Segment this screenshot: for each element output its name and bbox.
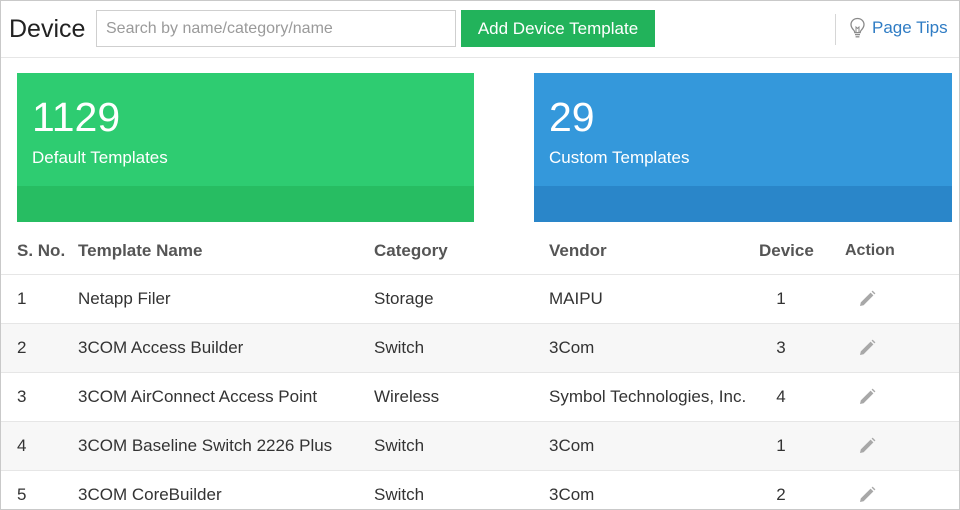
default-templates-label: Default Templates [32,148,168,167]
cell-vendor: 3Com [549,436,595,455]
page-tips-link[interactable]: Page Tips [849,17,948,39]
header-divider [835,14,836,45]
cell-sno: 3 [17,387,27,406]
cell-category: Switch [374,436,425,455]
templates-table: S. No. Template Name Category Vendor Dev… [1,228,959,509]
cell-sno: 1 [17,289,27,308]
cell-device-count[interactable]: 1 [761,275,801,323]
table-header-row: S. No. Template Name Category Vendor Dev… [1,228,959,275]
cell-template-name: 3COM CoreBuilder [78,485,222,504]
table-row: 1 Netapp Filer Storage MAIPU 1 [1,275,959,324]
custom-templates-card[interactable]: 29 Custom Templates [534,73,952,222]
lightbulb-icon [850,17,865,38]
column-header-category[interactable]: Category [374,228,448,274]
cell-device-count[interactable]: 2 [761,471,801,509]
pencil-icon [860,290,876,306]
search-input[interactable] [96,10,456,47]
cell-vendor: 3Com [549,485,595,504]
custom-templates-count: 29 [549,94,595,140]
cell-sno: 4 [17,436,27,455]
cell-vendor: Symbol Technologies, Inc. [549,387,747,406]
edit-button[interactable] [857,324,877,372]
table-row: 5 3COM CoreBuilder Switch 3Com 2 [1,471,959,509]
page-header: Device Add Device Template Page Tips [1,1,959,58]
default-templates-count: 1129 [32,94,121,140]
device-templates-panel: Device Add Device Template Page Tips 112… [0,0,960,510]
card-footer-band [17,186,474,222]
cell-category: Storage [374,289,434,308]
pencil-icon [860,388,876,404]
column-header-template-name[interactable]: Template Name [78,228,202,274]
table-row: 4 3COM Baseline Switch 2226 Plus Switch … [1,422,959,471]
cell-vendor: MAIPU [549,289,603,308]
table-row: 3 3COM AirConnect Access Point Wireless … [1,373,959,422]
pencil-icon [860,339,876,355]
edit-button[interactable] [857,471,877,509]
cell-category: Switch [374,338,425,357]
card-footer-band [534,186,952,222]
column-header-sno[interactable]: S. No. [17,228,65,274]
cell-template-name: 3COM Baseline Switch 2226 Plus [78,436,333,455]
page-title: Device [9,15,86,43]
cell-template-name: 3COM AirConnect Access Point [78,387,318,406]
pencil-icon [860,437,876,453]
cell-vendor: 3Com [549,338,595,357]
cell-template-name: Netapp Filer [78,289,171,308]
edit-button[interactable] [857,373,877,421]
pencil-icon [860,486,876,502]
add-device-template-button[interactable]: Add Device Template [461,10,655,47]
custom-templates-label: Custom Templates [549,148,690,167]
cell-device-count[interactable]: 1 [761,422,801,470]
cell-category: Wireless [374,387,440,406]
column-header-device[interactable]: Device [759,228,814,274]
cell-sno: 2 [17,338,27,357]
cell-sno: 5 [17,485,27,504]
column-header-action: Action [845,242,895,259]
page-tips-label: Page Tips [872,18,948,37]
cell-category: Switch [374,485,425,504]
cell-device-count[interactable]: 4 [761,373,801,421]
edit-button[interactable] [857,422,877,470]
table-row: 2 3COM Access Builder Switch 3Com 3 [1,324,959,373]
cell-device-count[interactable]: 3 [761,324,801,372]
cell-template-name: 3COM Access Builder [78,338,244,357]
edit-button[interactable] [857,275,877,323]
column-header-vendor[interactable]: Vendor [549,228,607,274]
default-templates-card[interactable]: 1129 Default Templates [17,73,474,222]
